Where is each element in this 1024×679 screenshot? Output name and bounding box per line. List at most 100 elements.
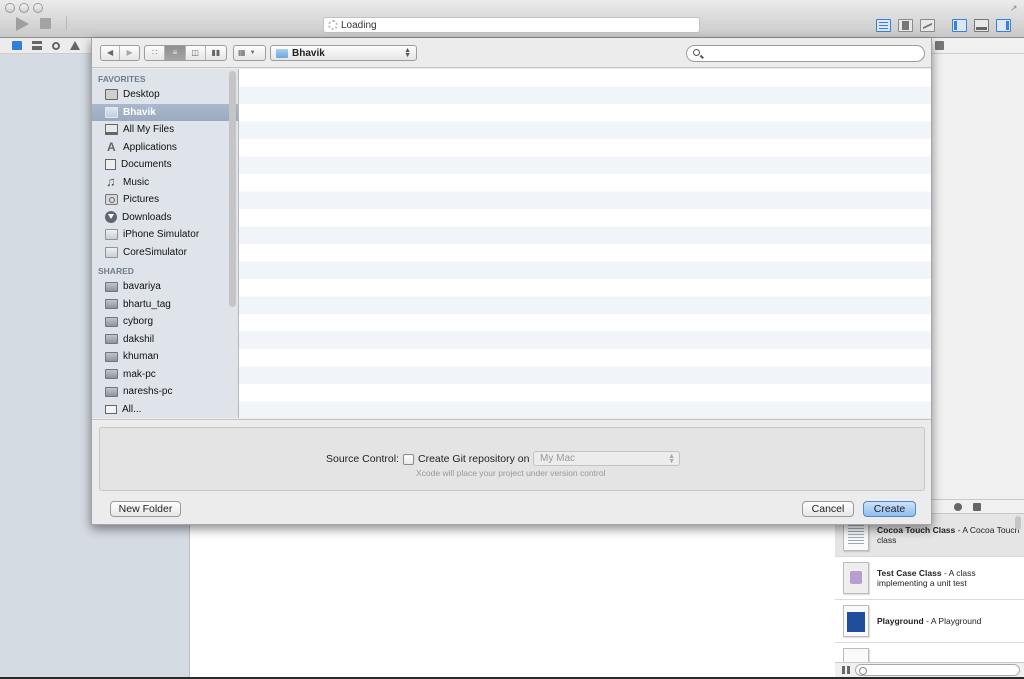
sidebar-item-applications[interactable]: Applications <box>92 139 238 157</box>
cover-flow-button[interactable]: ▮▮ <box>206 46 226 60</box>
debug-area-toggle-icon[interactable] <box>974 19 989 32</box>
sidebar-item-desktop[interactable]: Desktop <box>92 86 238 104</box>
music-icon <box>105 174 118 189</box>
utilities-toggle-icon[interactable] <box>996 19 1011 32</box>
sidebar-item-label: mak-pc <box>123 368 156 380</box>
computer-icon <box>105 386 118 397</box>
sidebar-item-bavariya[interactable]: bavariya <box>92 278 238 296</box>
forward-arrow-icon: ▶ <box>126 48 133 57</box>
sidebar-item-label: All... <box>122 403 142 415</box>
sidebar-item-bhartu-tag[interactable]: bhartu_tag <box>92 296 238 314</box>
zoom-window-button[interactable] <box>33 3 43 13</box>
sidebar-item-label: Downloads <box>122 211 172 223</box>
minimize-window-button[interactable] <box>19 3 29 13</box>
sidebar-item-label: khuman <box>123 351 159 363</box>
arrange-button[interactable]: ▦ ▼ <box>233 45 266 61</box>
computer-icon <box>105 299 118 310</box>
forward-button[interactable]: ▶ <box>120 46 139 60</box>
sidebar-item-nareshs-pc[interactable]: nareshs-pc <box>92 383 238 401</box>
new-folder-button[interactable]: New Folder <box>110 501 181 517</box>
template-icon <box>843 648 869 662</box>
activity-status: Loading <box>341 19 377 31</box>
sidebar-item-iphone-simulator[interactable]: iPhone Simulator <box>92 226 238 244</box>
grid-view-icon[interactable] <box>842 666 850 674</box>
computer-icon <box>105 369 118 380</box>
back-button[interactable]: ◀ <box>101 46 121 60</box>
create-git-repo-checkbox[interactable] <box>403 454 414 465</box>
issue-navigator-icon[interactable] <box>70 41 80 50</box>
version-editor-icon[interactable] <box>920 19 935 32</box>
sidebar-item-label: dakshil <box>123 333 155 345</box>
computer-icon <box>105 334 118 345</box>
location-popup[interactable]: Bhavik ▲ ▼ <box>270 45 417 61</box>
file-list[interactable] <box>239 69 931 418</box>
editor-mode-group <box>876 19 935 32</box>
sidebar-item-all[interactable]: All... <box>92 401 238 419</box>
network-icon <box>105 404 117 414</box>
run-button[interactable] <box>16 17 29 31</box>
quick-help-icon[interactable] <box>935 41 944 50</box>
save-project-sheet: ◀ ▶ ∷ ≡ ◫ ▮▮ ▦ ▼ Bhavik ▲ ▼ FAVORITES De… <box>91 38 932 525</box>
documents-icon <box>105 159 116 171</box>
library-filter-input[interactable] <box>855 664 1020 676</box>
computer-icon <box>105 316 118 327</box>
find-navigator-icon[interactable] <box>52 41 60 50</box>
library-item-title: Test Case Class <box>877 568 942 578</box>
library-item-title: Cocoa Touch Class <box>877 525 956 535</box>
list-view-button[interactable]: ≡ <box>165 46 186 60</box>
sidebar-item-mak-pc[interactable]: mak-pc <box>92 366 238 384</box>
popup-arrows-icon: ▲ ▼ <box>404 47 411 59</box>
sidebar-item-bhavik[interactable]: Bhavik <box>92 103 238 121</box>
sidebar-item-label: Pictures <box>123 194 160 206</box>
sidebar-item-documents[interactable]: Documents <box>92 156 238 174</box>
sidebar-item-label: cyborg <box>123 316 154 328</box>
search-input[interactable] <box>686 45 925 62</box>
icon-view-button[interactable]: ∷ <box>145 46 166 60</box>
sidebar-item-music[interactable]: Music <box>92 174 238 192</box>
back-forward-control: ◀ ▶ <box>100 45 140 61</box>
applications-icon <box>105 140 118 154</box>
media-library-icon[interactable] <box>973 503 981 511</box>
symbol-navigator-icon[interactable] <box>32 41 42 50</box>
git-location-value: My Mac <box>540 453 575 464</box>
sidebar-item-downloads[interactable]: Downloads <box>92 209 238 227</box>
assistant-editor-icon[interactable] <box>898 19 913 32</box>
navigator-toggle-icon[interactable] <box>952 19 967 32</box>
sidebar-scrollbar[interactable] <box>229 71 236 307</box>
standard-editor-icon[interactable] <box>876 19 891 32</box>
playground-icon <box>843 605 869 637</box>
computer-icon <box>105 351 118 362</box>
computer-icon <box>105 281 118 292</box>
sidebar-item-label: bhartu_tag <box>123 298 171 310</box>
git-hint-text: Xcode will place your project under vers… <box>416 468 606 478</box>
git-location-popup[interactable]: My Mac ▲ ▼ <box>533 451 680 466</box>
spinner-icon <box>328 20 338 30</box>
chevron-down-icon: ▼ <box>249 50 256 56</box>
library-item-test-case-class[interactable]: Test Case Class - A class implementing a… <box>835 557 1024 600</box>
cancel-button[interactable]: Cancel <box>802 501 854 517</box>
create-button[interactable]: Create <box>863 501 916 517</box>
sidebar-item-pictures[interactable]: Pictures <box>92 191 238 209</box>
column-view-button[interactable]: ◫ <box>186 46 206 60</box>
back-arrow-icon: ◀ <box>106 48 114 57</box>
library-item-partial[interactable] <box>835 643 1024 662</box>
library-scrollbar[interactable] <box>1015 516 1021 530</box>
close-window-button[interactable] <box>5 3 15 13</box>
fullscreen-icon[interactable]: ↗ <box>1010 3 1020 13</box>
stop-button[interactable] <box>40 18 51 29</box>
object-library-icon[interactable] <box>954 503 962 511</box>
shared-heading: SHARED <box>98 266 134 276</box>
view-toggle-group <box>952 19 1011 32</box>
all-files-icon <box>105 124 118 136</box>
downloads-icon <box>105 211 117 224</box>
library-item-playground[interactable]: Playground - A Playground <box>835 600 1024 643</box>
sidebar-item-cyborg[interactable]: cyborg <box>92 313 238 331</box>
popup-arrows-icon: ▲ ▼ <box>668 453 675 465</box>
sidebar-item-all-my-files[interactable]: All My Files <box>92 121 238 139</box>
sidebar-item-coresimulator[interactable]: CoreSimulator <box>92 244 238 262</box>
sidebar-item-khuman[interactable]: khuman <box>92 348 238 366</box>
sidebar-item-dakshil[interactable]: dakshil <box>92 331 238 349</box>
create-git-repo-label[interactable]: Create Git repository on <box>418 453 529 465</box>
project-navigator-icon[interactable] <box>12 41 22 50</box>
sheet-divider <box>92 419 931 420</box>
